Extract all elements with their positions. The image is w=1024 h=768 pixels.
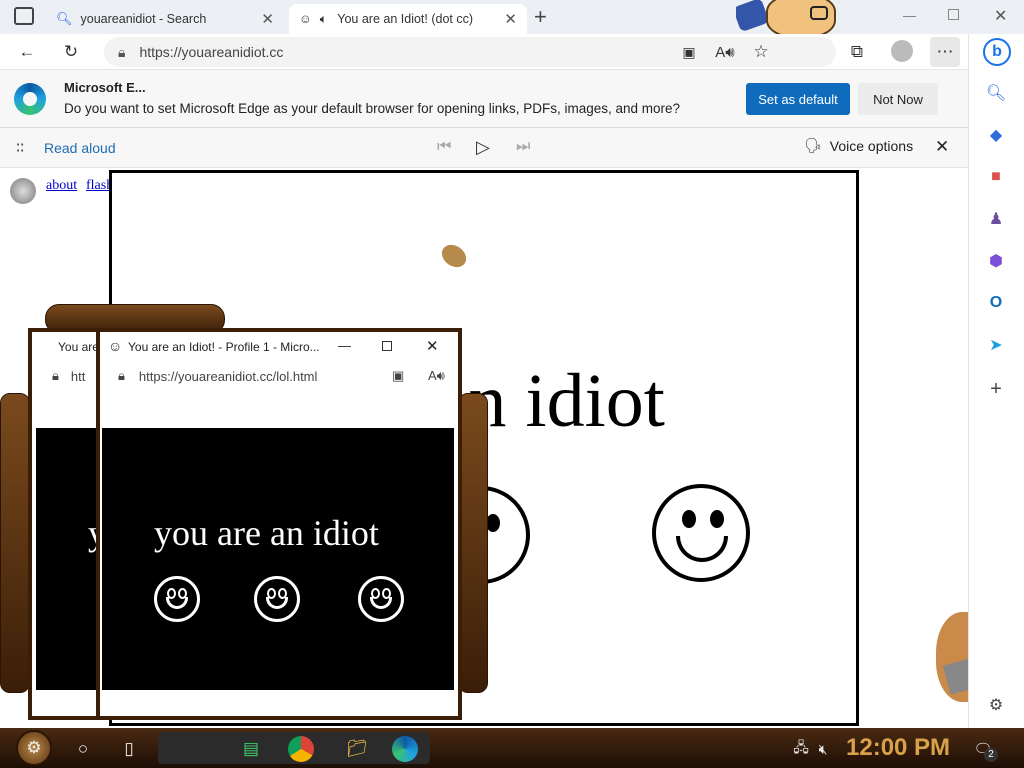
close-tab-icon[interactable]: ✕ [261, 10, 274, 28]
taskbar: ⚙ ○ ▯ ▤ 📁︎ 🖧︎ 🔇︎ 12:00 PM 🗨︎ 2 [0, 728, 1024, 768]
voice-options-button[interactable]: 🗣︎ Voice options [804, 137, 913, 154]
smiley-favicon-icon: ☺ [299, 12, 312, 26]
chrome-icon[interactable] [288, 736, 314, 762]
tab-label: youareanidiot - Search [80, 12, 207, 26]
play-icon[interactable]: ▷ [476, 137, 490, 158]
smiley-face-icon [652, 484, 750, 582]
popup-title: You are [32, 332, 100, 362]
infobar-message: Do you want to set Microsoft Edge as you… [64, 101, 681, 116]
tab-strip: 🔍︎ youareanidiot - Search ✕ ☺ 🔈︎ You are… [0, 0, 1024, 34]
voice-options-label: Voice options [829, 137, 914, 154]
smiley-face-icon [154, 576, 200, 622]
speaker-image [10, 178, 36, 204]
new-tab-icon[interactable]: + [534, 4, 547, 30]
default-browser-infobar: Microsoft E... Do you want to set Micros… [0, 70, 968, 128]
microsoft-365-icon[interactable]: ⬢ [983, 248, 1009, 274]
popup-window-back[interactable]: You are 🔒︎ htt y [28, 328, 106, 720]
infobar-title: Microsoft E... [64, 80, 146, 95]
favorite-star-icon[interactable]: ☆ [746, 37, 776, 67]
close-read-aloud-icon[interactable]: ✕ [935, 137, 949, 157]
popup-black-area: you are an idiot [102, 428, 454, 690]
popup-maximize-icon[interactable] [382, 341, 392, 351]
popup-title-text: You are an Idiot! - Profile 1 - Micro... [128, 340, 320, 354]
games-chess-icon[interactable]: ♟ [983, 206, 1009, 232]
taskbar-clock[interactable]: 12:00 PM [846, 734, 950, 762]
set-as-default-button[interactable]: Set as default [746, 83, 850, 115]
smiley-face-icon [254, 576, 300, 622]
add-sidebar-icon[interactable]: + [983, 376, 1009, 402]
edge-sidebar: b 🔍︎ ◆ ■ ♟ ⬢ O ➤ + ⚙ [968, 34, 1024, 728]
sidebar-settings-icon[interactable]: ⚙ [983, 692, 1009, 718]
about-link[interactable]: about [46, 178, 77, 194]
read-aloud-icon[interactable]: A🔊︎ [710, 37, 740, 67]
voice-icon: 🗣︎ [804, 137, 822, 153]
hamster-image [928, 604, 968, 714]
previous-paragraph-icon[interactable]: ⏮︎ [437, 138, 451, 156]
search-circle-icon[interactable]: ○ [68, 734, 98, 764]
popup-idiot-text: you are an idiot [154, 513, 379, 553]
speaker-icon[interactable]: 🔈︎ [320, 12, 328, 27]
volume-muted-icon[interactable]: 🔇︎ [808, 734, 838, 764]
read-aloud-icon[interactable]: A🔊︎ [428, 368, 445, 384]
popup-url-text: htt [70, 368, 86, 384]
collections-icon[interactable]: ⧉ [842, 37, 872, 67]
address-toolbar: ← ↻ 🔒︎ https://youareanidiot.cc ▣ A🔊︎ ☆ … [0, 34, 968, 70]
lock-icon: 🔒︎ [118, 368, 125, 383]
edge-taskbar-icon[interactable] [392, 736, 418, 762]
tab-actions-icon[interactable] [14, 7, 34, 25]
popup-close-icon[interactable]: ✕ [426, 337, 439, 355]
popup-url-text: https://youareanidiot.cc/lol.html [138, 368, 318, 384]
search-icon: 🔍︎ [56, 11, 73, 26]
minimize-icon[interactable]: — [903, 8, 916, 23]
lock-icon: 🔒︎ [52, 368, 59, 383]
close-tab-icon[interactable]: ✕ [504, 10, 517, 28]
next-paragraph-icon[interactable]: ⏭︎ [516, 138, 530, 156]
tab-search[interactable]: 🔍︎ youareanidiot - Search ✕ [46, 4, 284, 34]
profile-avatar[interactable] [891, 40, 913, 62]
file-explorer-icon[interactable]: 📁︎ [342, 734, 372, 764]
popup-title-text: You are [58, 340, 99, 354]
more-options-icon[interactable]: ⋯ [930, 37, 960, 67]
popup-window-front[interactable]: ☺ You are an Idiot! - Profile 1 - Micro.… [96, 328, 462, 720]
send-icon[interactable]: ➤ [983, 332, 1009, 358]
not-now-button[interactable]: Not Now [858, 83, 938, 115]
blocked-popup-icon[interactable]: ▣ [674, 37, 704, 67]
smiley-face-icon [358, 576, 404, 622]
tab-label: You are an Idiot! (dot cc) [337, 12, 474, 26]
bing-copilot-icon[interactable]: b [983, 38, 1011, 66]
close-window-icon[interactable]: ✕ [994, 6, 1007, 26]
search-icon[interactable]: 🔍︎ [983, 80, 1009, 106]
notification-count: 2 [984, 748, 998, 762]
read-aloud-label: Read aloud [44, 140, 116, 156]
url-text: https://youareanidiot.cc [139, 44, 284, 60]
start-gear-icon[interactable]: ⚙ [16, 730, 52, 766]
shopping-tag-icon[interactable]: ◆ [983, 122, 1009, 148]
read-aloud-bar: ∶∶ Read aloud ⏮︎ ▷ ⏭︎ 🗣︎ Voice options ✕ [0, 128, 968, 168]
outlook-icon[interactable]: O [983, 290, 1009, 316]
tab-youareanidiot[interactable]: ☺ 🔈︎ You are an Idiot! (dot cc) ✕ [289, 4, 527, 34]
popup-url-bar: 🔒︎ https://youareanidiot.cc/lol.html ▣ A… [106, 364, 452, 388]
restore-icon[interactable] [948, 9, 959, 20]
cartoon-face-image [736, 0, 848, 34]
drag-handle-icon[interactable]: ∶∶ [16, 138, 24, 158]
task-view-icon[interactable]: ▯ [114, 734, 144, 764]
back-arrow-icon[interactable]: ← [12, 37, 42, 67]
popup-minimize-icon[interactable]: — [338, 338, 351, 353]
steampunk-frame-right [458, 393, 488, 693]
lock-icon: 🔒︎ [118, 43, 126, 60]
steampunk-frame-left [0, 393, 30, 693]
refresh-icon[interactable]: ↻ [56, 37, 86, 67]
notes-app-icon[interactable]: ▤ [236, 734, 266, 764]
page-content: about flash e an idiot You are 🔒︎ htt y … [0, 168, 968, 728]
edge-logo-icon [14, 83, 46, 115]
popup-title: You are an Idiot! - Profile 1 - Micro... [100, 332, 458, 362]
blocked-popup-icon[interactable]: ▣ [392, 368, 404, 384]
tools-briefcase-icon[interactable]: ■ [983, 164, 1009, 190]
popup-url-bar: 🔒︎ htt [38, 364, 94, 388]
